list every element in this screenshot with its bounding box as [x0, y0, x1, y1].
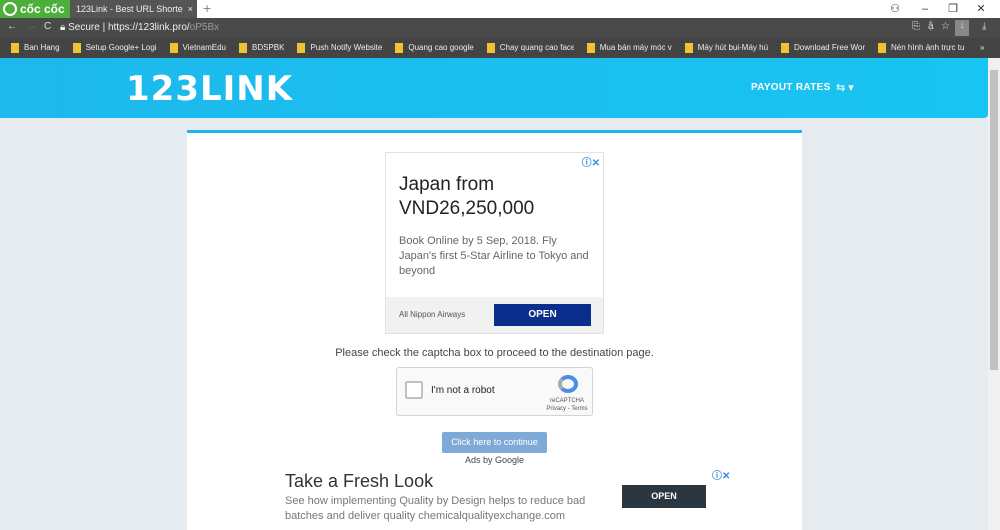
- restore-icon[interactable]: ❐: [938, 0, 968, 18]
- ads-by-google: Ads by Google: [464, 455, 525, 465]
- ad2-title[interactable]: Take a Fresh Look: [285, 471, 433, 492]
- ad-advertiser: All Nippon Airways: [399, 310, 466, 319]
- bookmark[interactable]: Mua bán máy móc v: [584, 38, 672, 58]
- browser-logo[interactable]: cốc cốc: [0, 0, 70, 18]
- secure-label: Secure: [68, 22, 100, 33]
- translate-icon[interactable]: ⎘: [912, 21, 920, 32]
- continue-button[interactable]: Click here to continue: [442, 432, 547, 453]
- captcha-label: I'm not a robot: [431, 385, 495, 396]
- close-window-icon[interactable]: ✕: [966, 0, 996, 18]
- bookmark[interactable]: Quang cao google: [392, 38, 474, 58]
- bookmark[interactable]: VietnamEdu: [167, 38, 226, 58]
- privacy-terms-links[interactable]: Privacy - Terms: [545, 405, 589, 413]
- bookmarks-bar: Ban Hang Setup Google+ Logi VietnamEdu BDSP…: [0, 38, 1000, 58]
- brand-label: cốc cốc: [20, 2, 65, 16]
- site-logo[interactable]: 123LINK: [126, 69, 293, 109]
- recaptcha-widget: I'm not a robot reCAPTCHA Privacy - Terms: [396, 367, 593, 416]
- ad-open-button[interactable]: OPEN: [494, 304, 591, 326]
- captcha-instruction: Please check the captcha box to proceed …: [335, 347, 654, 359]
- captcha-checkbox[interactable]: [405, 381, 423, 399]
- ad2-adchoices-icon[interactable]: ⓘ✕: [712, 467, 730, 482]
- tab-close-icon[interactable]: ×: [188, 0, 193, 18]
- back-icon[interactable]: ←: [7, 21, 17, 32]
- ad-footer: All Nippon Airways OPEN: [386, 297, 603, 333]
- bookmark[interactable]: Máy hút bụi-Máy hú: [682, 38, 768, 58]
- downloads-icon[interactable]: ⤓: [982, 21, 986, 32]
- bookmark[interactable]: Chay quang cao face: [484, 38, 574, 58]
- ad-banner[interactable]: ⓘ✕ Japan from VND26,250,000 Book Online …: [385, 152, 604, 334]
- download-ext-icon[interactable]: ↓: [955, 20, 969, 36]
- language-dropdown[interactable]: ⇆ ▾: [836, 81, 854, 94]
- new-tab-button[interactable]: +: [203, 0, 211, 17]
- url-path: oP5Bx: [189, 22, 220, 33]
- minimize-icon[interactable]: –: [910, 0, 940, 18]
- bookmark[interactable]: Push Notify Website: [294, 38, 382, 58]
- tab-title: 123Link - Best URL Shorte: [76, 4, 183, 14]
- reload-icon[interactable]: C: [44, 21, 51, 32]
- adchoices-icon[interactable]: ⓘ✕: [582, 154, 600, 169]
- recaptcha-brand: reCAPTCHA Privacy - Terms: [545, 397, 589, 413]
- address-bar[interactable]: 🔒︎ Secure | https://123link.pro/oP5Bx: [60, 20, 950, 36]
- bookmark[interactable]: Ban Hang: [8, 38, 60, 58]
- bookmark[interactable]: Nén hình ảnh trực tu: [875, 38, 964, 58]
- lock-icon: 🔒︎: [60, 22, 66, 33]
- payout-rates-link[interactable]: PAYOUT RATES: [751, 82, 831, 93]
- incognito-icon[interactable]: ⚇: [880, 0, 910, 18]
- ad2-open-button[interactable]: OPEN: [622, 485, 706, 508]
- toolbar: ← → C 🔒︎ Secure | https://123link.pro/oP…: [0, 18, 1000, 38]
- ad-title: Japan from VND26,250,000: [399, 174, 535, 219]
- forward-icon[interactable]: →: [27, 21, 37, 32]
- url-host: https://123link.pro/: [107, 22, 190, 33]
- bookmark[interactable]: BDSPBK: [236, 38, 284, 58]
- bookmark[interactable]: Download Free Wor: [778, 38, 865, 58]
- recaptcha-text: reCAPTCHA: [549, 398, 584, 404]
- spell-icon[interactable]: ậ: [928, 21, 934, 32]
- tab-123link[interactable]: 123Link - Best URL Shorte ×: [70, 0, 197, 18]
- coccoc-icon: [3, 2, 17, 16]
- ad-body: Book Online by 5 Sep, 2018. Fly Japan's …: [399, 235, 589, 277]
- scrollbar-thumb[interactable]: [990, 70, 998, 370]
- more-bookmarks[interactable]: »: [980, 38, 984, 58]
- ad2-body: See how implementing Quality by Design h…: [285, 495, 586, 522]
- star-icon[interactable]: ☆: [941, 21, 950, 32]
- recaptcha-icon: [558, 375, 578, 393]
- bookmark[interactable]: Setup Google+ Logi: [70, 38, 157, 58]
